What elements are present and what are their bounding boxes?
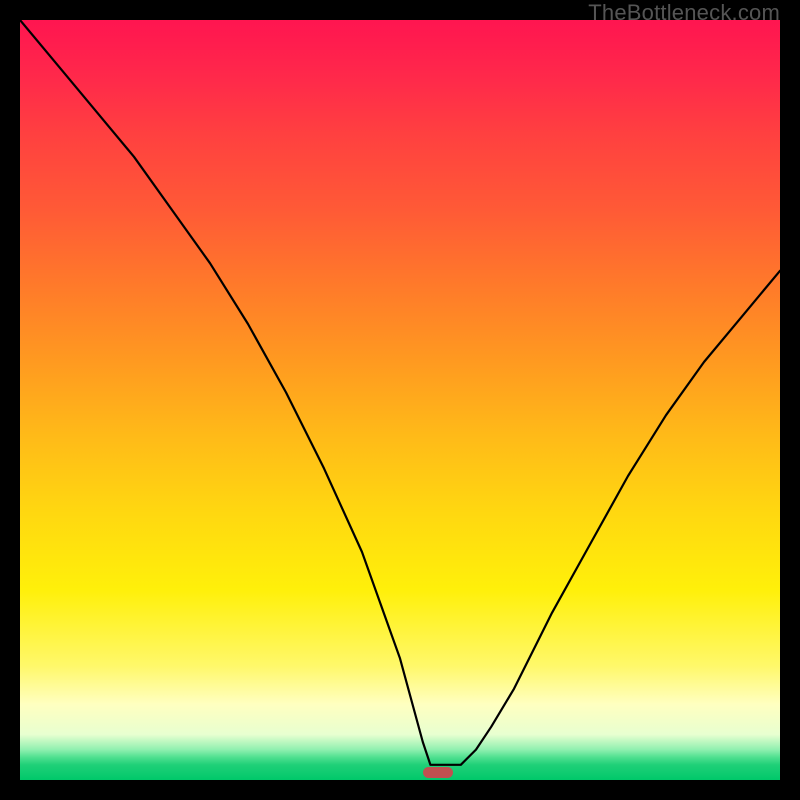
bottleneck-curve [20,20,780,765]
plot-area [20,20,780,780]
chart-container: TheBottleneck.com [0,0,800,800]
curve-svg [20,20,780,780]
optimal-marker [423,767,453,778]
